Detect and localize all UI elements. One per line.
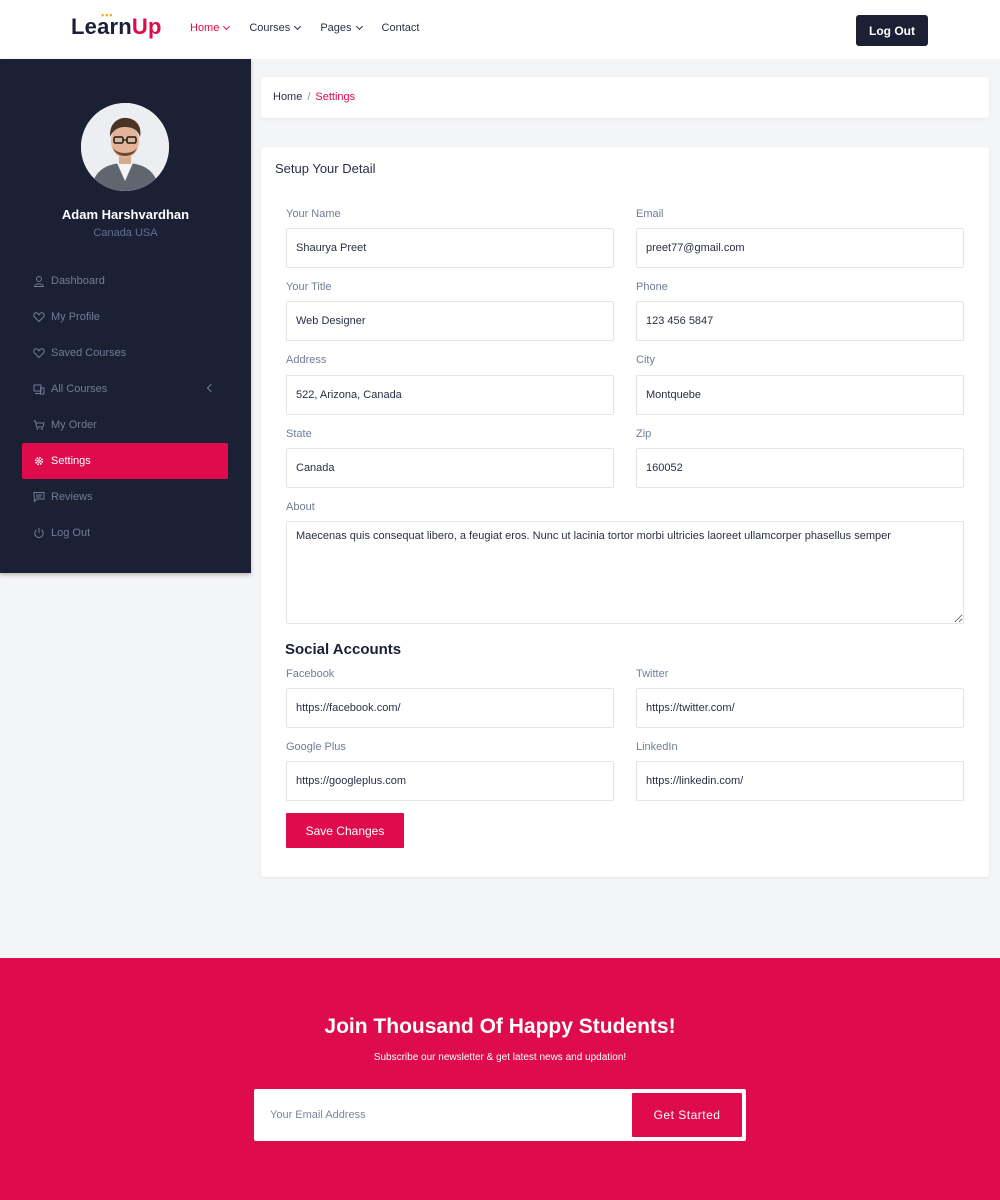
logo-text-up: Up (131, 14, 162, 39)
sidebar-item-my-profile[interactable]: My Profile (22, 299, 228, 335)
sidebar-item-my-order[interactable]: My Order (22, 407, 228, 443)
newsletter-title: Join Thousand Of Happy Students! (324, 1015, 676, 1038)
phone-field[interactable] (636, 301, 964, 341)
sidebar-item-all-courses[interactable]: All Courses (22, 371, 228, 407)
breadcrumb-separator: / (307, 91, 311, 103)
address-field[interactable] (286, 375, 614, 415)
sidebar-item-label: Dashboard (51, 275, 105, 287)
chevron-down-icon (294, 22, 302, 31)
sidebar-item-saved-courses[interactable]: Saved Courses (22, 335, 228, 371)
nav-item-pages[interactable]: Pages (320, 22, 363, 34)
sidebar-menu: Dashboard My Profile Saved Courses All C… (22, 263, 228, 551)
avatar-image (81, 103, 169, 191)
linkedin-label: LinkedIn (636, 741, 678, 753)
title-label: Your Title (286, 281, 332, 293)
newsletter-form: Get Started (254, 1089, 746, 1141)
nav-label: Pages (320, 22, 352, 34)
address-label: Address (286, 354, 327, 366)
zip-label: Zip (636, 428, 652, 440)
user-location: Canada USA (93, 227, 158, 239)
nav-item-contact[interactable]: Contact (382, 22, 420, 34)
googleplus-label: Google Plus (286, 741, 346, 753)
facebook-label: Facebook (286, 668, 335, 680)
page-title: Setup Your Detail (275, 161, 376, 176)
nav-label: Contact (381, 22, 420, 34)
city-label: City (636, 354, 655, 366)
linkedin-field[interactable] (636, 761, 964, 801)
sidebar-item-label: My Order (51, 419, 97, 431)
user-name: Adam Harshvardhan (61, 207, 190, 222)
power-icon (33, 527, 45, 539)
title-field[interactable] (286, 301, 614, 341)
sidebar-item-label: All Courses (51, 383, 108, 395)
twitter-field[interactable] (636, 688, 964, 728)
sidebar-item-label: Saved Courses (51, 347, 127, 359)
twitter-label: Twitter (636, 668, 669, 680)
save-changes-button[interactable]: Save Changes (286, 813, 404, 848)
newsletter-section: Join Thousand Of Happy Students! Subscri… (0, 958, 1000, 1200)
social-accounts-heading: Social Accounts (285, 641, 402, 658)
get-started-button[interactable]: Get Started (632, 1093, 742, 1137)
comment-icon (33, 491, 45, 503)
sidebar-item-label: Reviews (51, 491, 93, 503)
heart-icon (33, 347, 45, 359)
sidebar-item-label: Settings (51, 455, 91, 467)
breadcrumb-current: Settings (315, 91, 356, 103)
state-field[interactable] (286, 448, 614, 488)
chevron-down-icon (355, 22, 363, 31)
sidebar-item-settings[interactable]: Settings (22, 443, 228, 479)
newsletter-email-input[interactable] (259, 1094, 629, 1136)
sidebar-item-label: Log Out (51, 527, 91, 539)
nav-item-home[interactable]: Home (190, 22, 231, 34)
main-nav: Home Courses Pages Contact (190, 22, 419, 34)
dashboard-sidebar: Adam Harshvardhan Canada USA Dashboard M… (0, 59, 251, 573)
googleplus-field[interactable] (286, 761, 614, 801)
phone-label: Phone (636, 281, 668, 293)
brand-logo[interactable]: ••• LearnUp (71, 10, 162, 40)
name-label: Your Name (286, 208, 341, 220)
chevron-down-icon (223, 22, 231, 31)
breadcrumb: Home / Settings (261, 77, 989, 118)
gear-icon (33, 455, 45, 467)
nav-label: Home (190, 22, 220, 34)
avatar (81, 103, 169, 191)
logo-dots-icon: ••• (101, 10, 114, 20)
heart-icon (33, 311, 45, 323)
email-label: Email (636, 208, 664, 220)
top-navbar: ••• LearnUp Home Courses Pages Contact L… (0, 0, 1000, 59)
email-field[interactable] (636, 228, 964, 268)
breadcrumb-home-link[interactable]: Home (273, 91, 302, 103)
state-label: State (286, 428, 312, 440)
settings-form-card: Setup Your Detail Your Name Email Your T… (261, 147, 989, 877)
about-label: About (286, 501, 315, 513)
sidebar-item-label: My Profile (51, 311, 100, 323)
user-icon (33, 275, 45, 287)
name-field[interactable] (286, 228, 614, 268)
facebook-field[interactable] (286, 688, 614, 728)
about-textarea[interactable]: Maecenas quis consequat libero, a feugia… (286, 521, 964, 624)
nav-item-courses[interactable]: Courses (249, 22, 302, 34)
city-field[interactable] (636, 375, 964, 415)
sidebar-item-dashboard[interactable]: Dashboard (22, 263, 228, 299)
sidebar-item-reviews[interactable]: Reviews (22, 479, 228, 515)
nav-label: Courses (249, 22, 291, 34)
sidebar-item-log-out[interactable]: Log Out (22, 515, 228, 551)
devices-icon (33, 383, 45, 395)
cart-icon (33, 419, 45, 431)
zip-field[interactable] (636, 448, 964, 488)
newsletter-subtitle: Subscribe our newsletter & get latest ne… (373, 1052, 627, 1063)
header-logout-button[interactable]: Log Out (856, 15, 928, 46)
chevron-left-icon (206, 383, 216, 393)
